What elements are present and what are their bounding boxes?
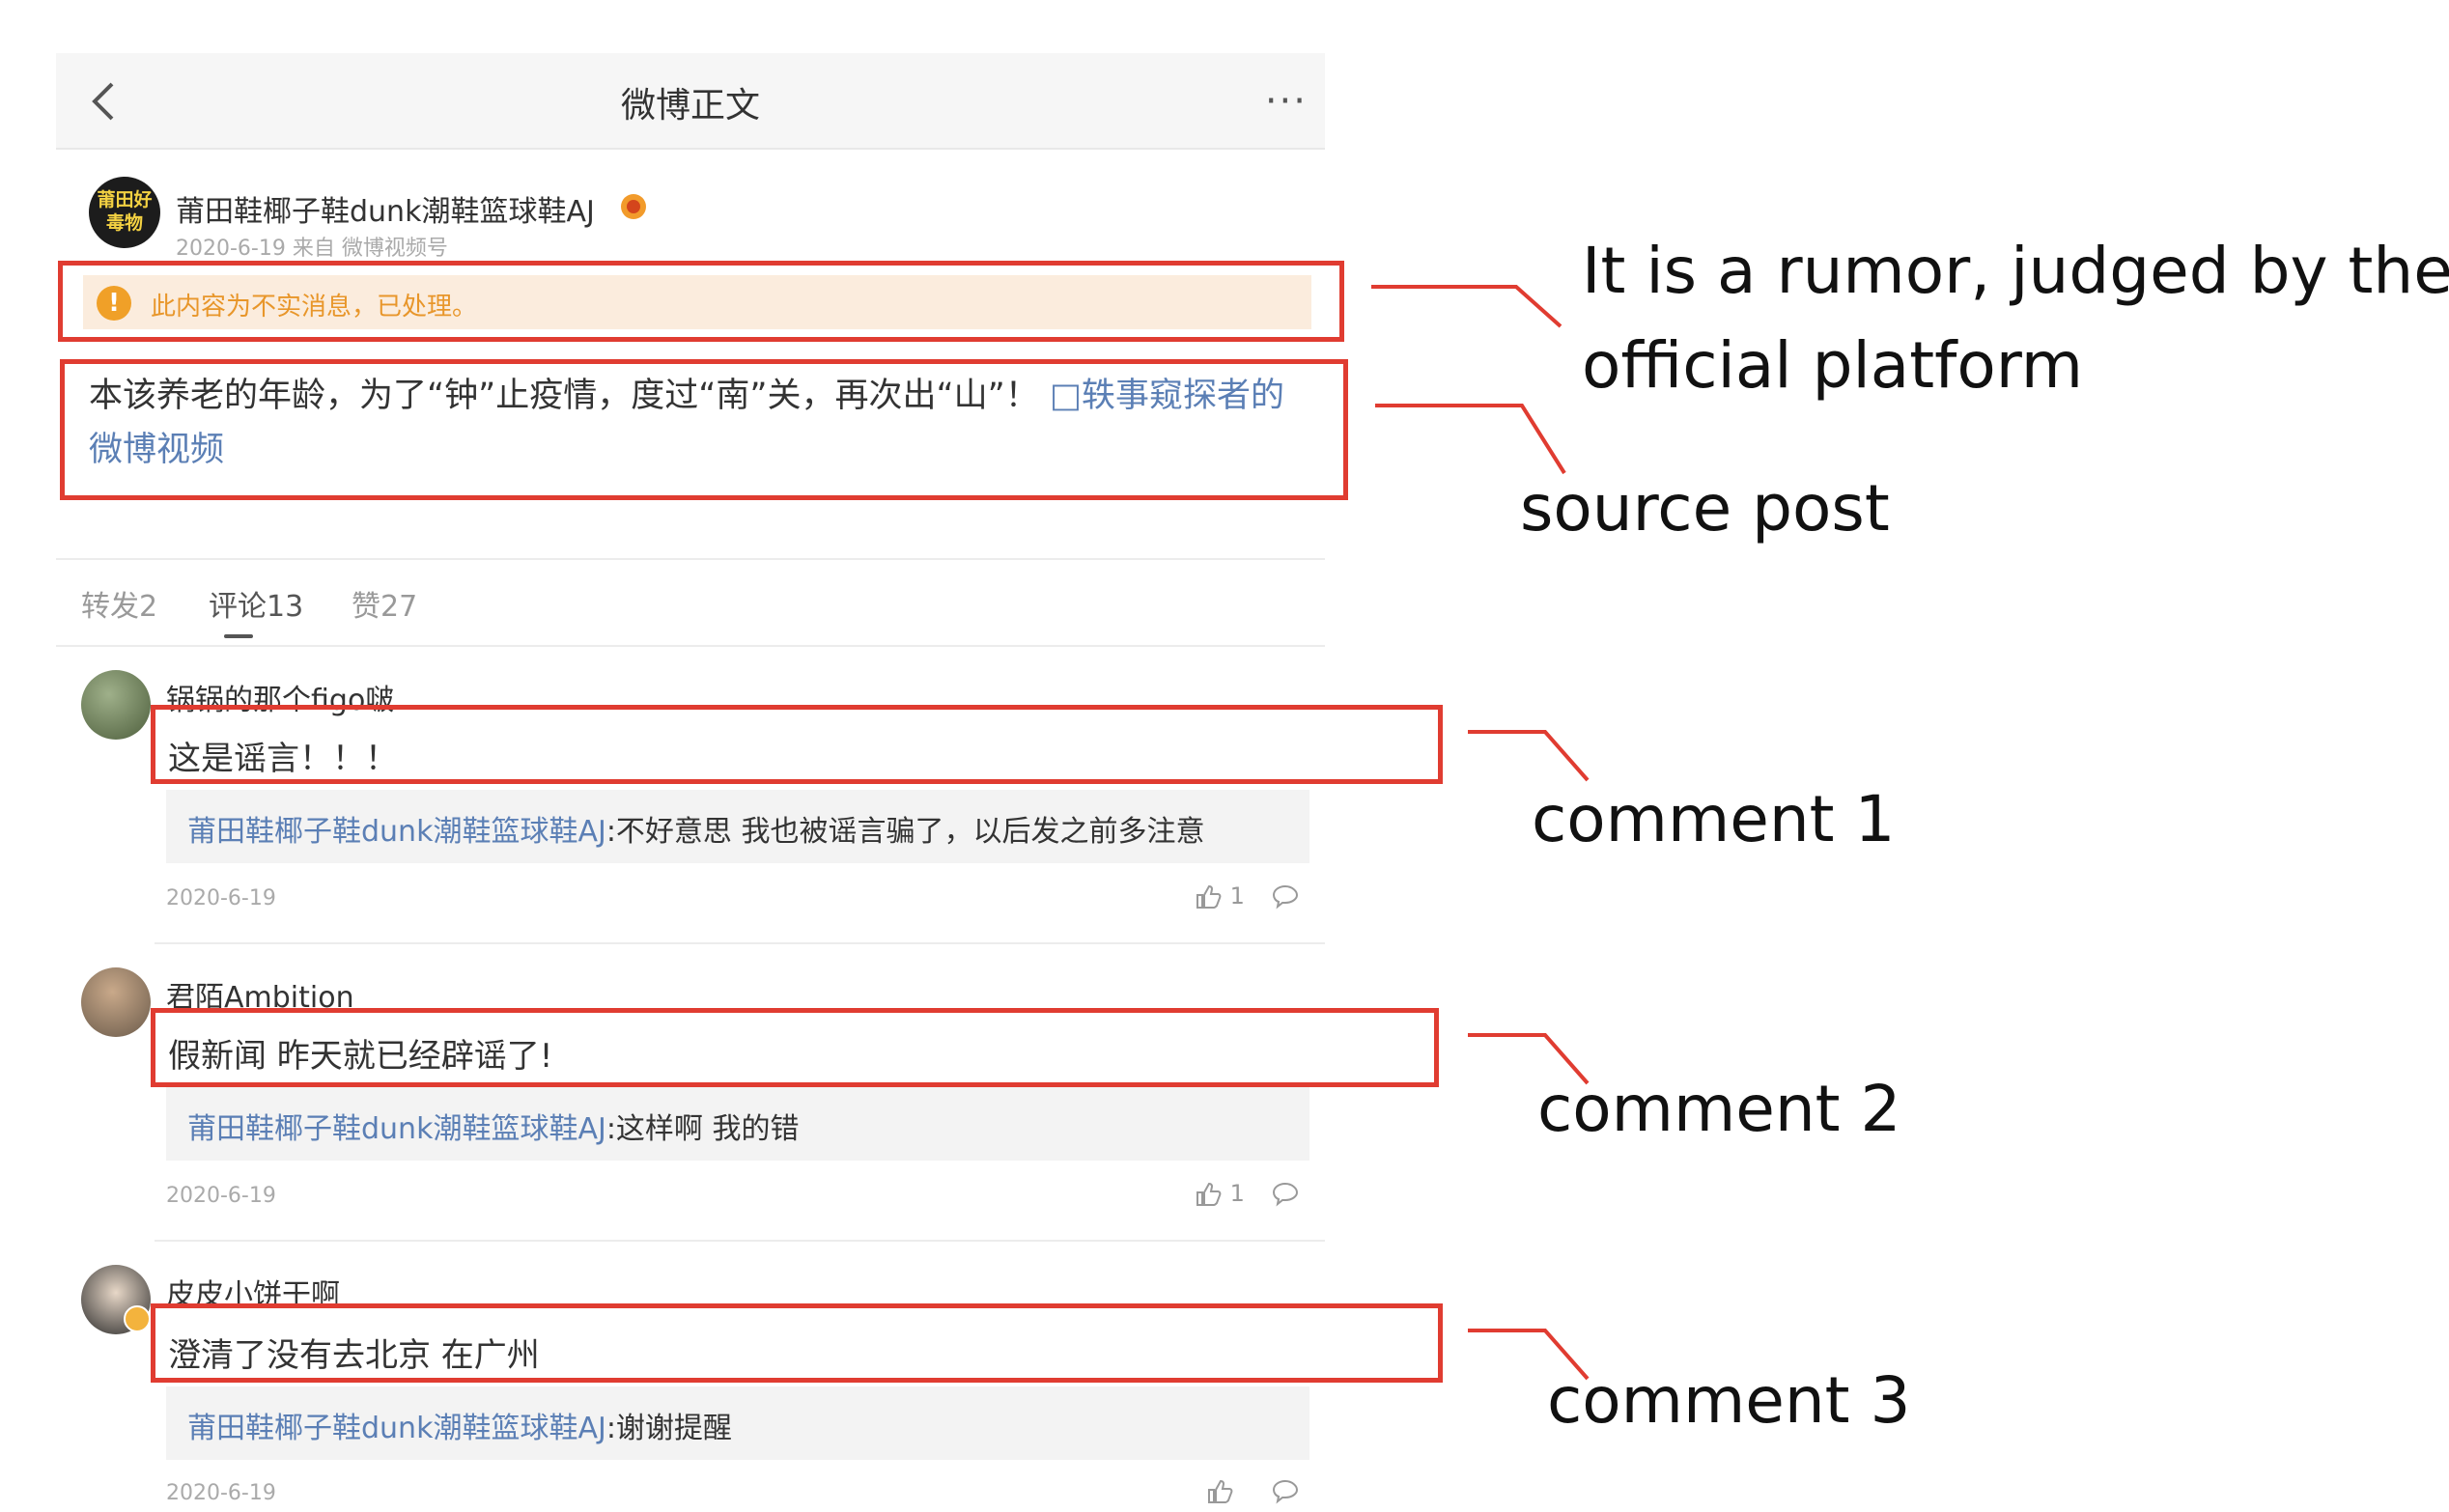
comment3-annotation: comment 3 [1547, 1363, 1911, 1438]
comment2-annotation: comment 2 [1537, 1072, 1901, 1146]
rumor-annotation-line2: official platform [1582, 328, 2084, 403]
rumor-annotation-line1: It is a rumor, judged by the [1582, 234, 2449, 308]
annotation-connectors [1371, 285, 1590, 1381]
source-post-annotation: source post [1520, 471, 1890, 546]
comment1-annotation: comment 1 [1532, 782, 1896, 856]
